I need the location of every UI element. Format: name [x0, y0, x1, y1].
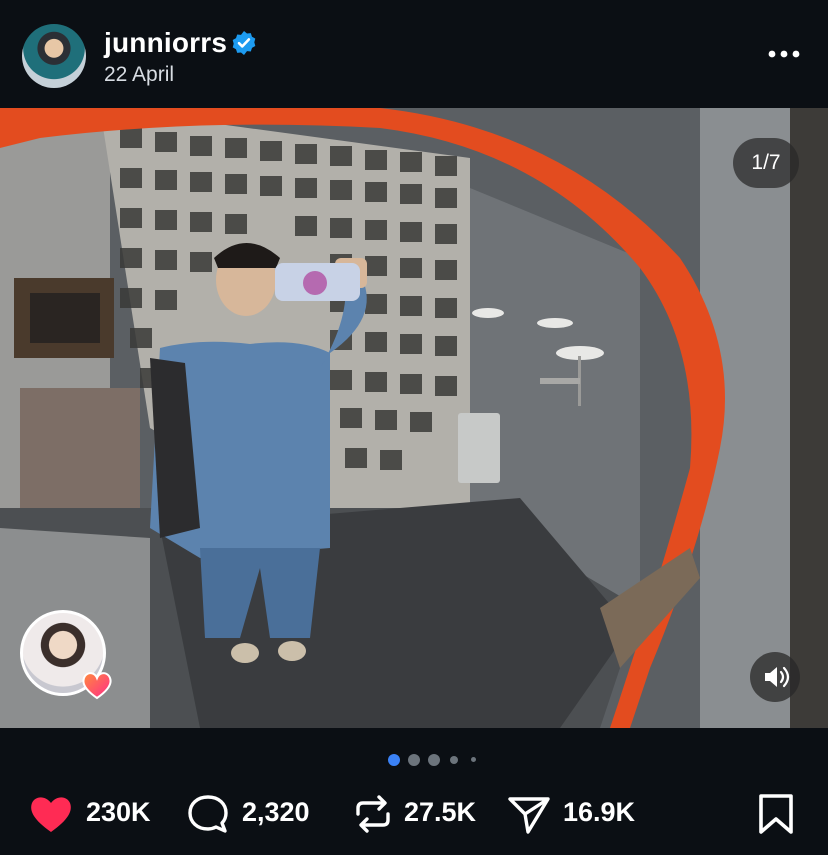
post-photo[interactable]	[0, 108, 828, 728]
post-date: 22 April	[104, 63, 175, 86]
author-username[interactable]: junniorrs	[104, 27, 227, 59]
author-avatar[interactable]	[22, 24, 86, 88]
volume-icon[interactable]	[750, 652, 800, 702]
verified-badge-icon	[232, 31, 256, 55]
bookmark-icon[interactable]	[755, 794, 797, 834]
like-count[interactable]: 230K	[86, 797, 151, 828]
repost-count[interactable]: 27.5K	[404, 797, 476, 828]
photo-illustration	[0, 108, 828, 728]
slide-counter: 1/7	[733, 138, 799, 188]
carousel-dot-1[interactable]	[388, 754, 400, 766]
carousel-dot-3[interactable]	[428, 754, 440, 766]
share-icon[interactable]	[506, 794, 552, 834]
carousel-dot-2[interactable]	[408, 754, 420, 766]
repost-icon[interactable]	[350, 794, 396, 834]
carousel-dot-4[interactable]	[450, 756, 458, 764]
share-count[interactable]: 16.9K	[563, 797, 635, 828]
comment-icon[interactable]	[186, 794, 232, 834]
heart-icon[interactable]	[28, 794, 74, 834]
carousel-dot-5[interactable]	[471, 757, 476, 762]
heart-badge-icon	[82, 672, 112, 700]
more-horizontal-icon[interactable]	[764, 46, 804, 62]
comment-count[interactable]: 2,320	[242, 797, 310, 828]
